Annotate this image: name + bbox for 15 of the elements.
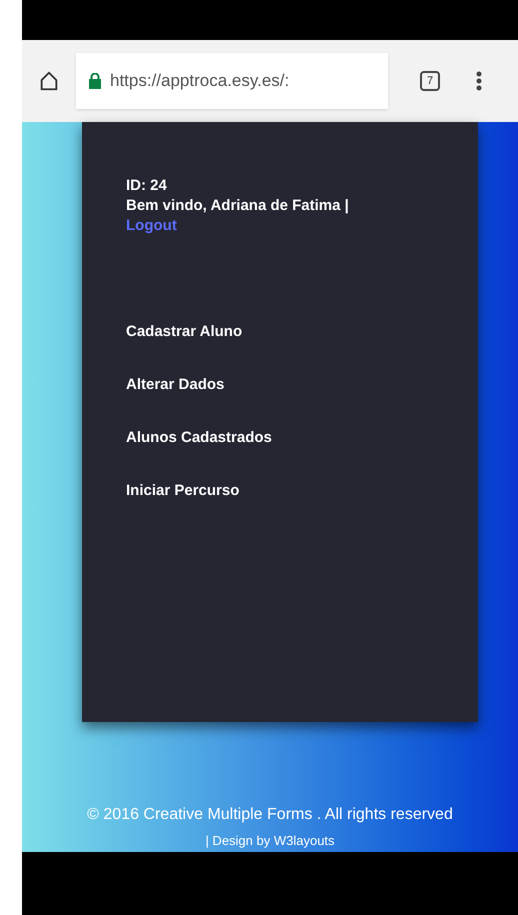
menu-link[interactable]: Cadastrar Aluno [126, 322, 242, 342]
menu-link[interactable]: Iniciar Percurso [126, 481, 240, 501]
home-icon[interactable] [38, 70, 60, 92]
url-text: https://apptroca.esy.es/: [110, 70, 290, 92]
tab-count-button[interactable]: 7 [420, 71, 440, 91]
url-field[interactable]: https://apptroca.esy.es/: [76, 53, 388, 109]
welcome-text: Bem vindo, Adriana de Fatima | [126, 196, 350, 216]
lock-icon [88, 73, 102, 89]
logout-link[interactable]: Logout [126, 216, 177, 236]
credit-text: | Design by W3layouts [205, 832, 335, 850]
more-menu-icon[interactable] [476, 70, 482, 92]
menu-link[interactable]: Alterar Dados [126, 375, 224, 395]
user-id: ID: 24 [126, 176, 168, 196]
copyright-text: © 2016 Creative Multiple Forms . All rights reserved [87, 804, 453, 824]
menu-link[interactable]: Alunos Cadastrados [126, 428, 272, 448]
